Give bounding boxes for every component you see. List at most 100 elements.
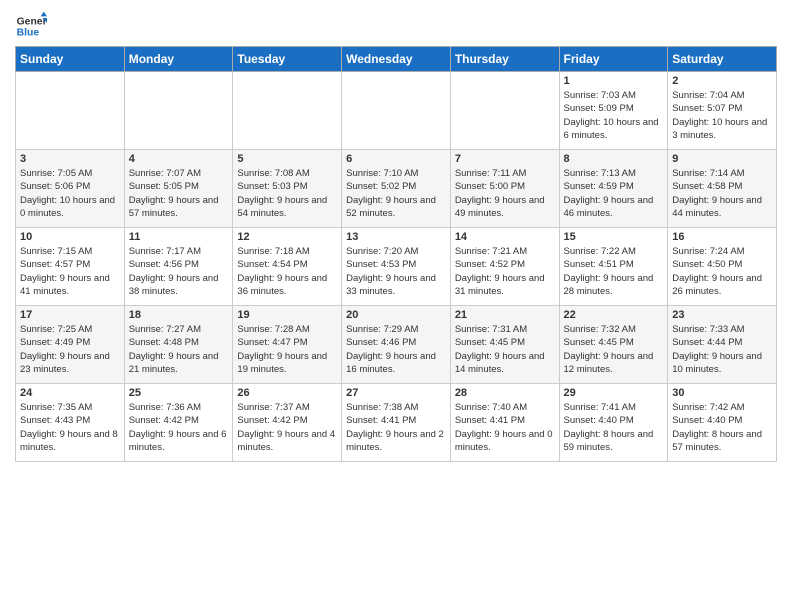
day-info: Sunrise: 7:05 AMSunset: 5:06 PMDaylight:…: [20, 167, 120, 220]
calendar-cell: 30 Sunrise: 7:42 AMSunset: 4:40 PMDayligh…: [668, 384, 777, 462]
day-number: 11: [129, 231, 229, 243]
day-info: Sunrise: 7:33 AMSunset: 4:44 PMDaylight:…: [672, 323, 772, 376]
weekday-header-cell: Monday: [124, 47, 233, 72]
day-number: 10: [20, 231, 120, 243]
calendar-week-row: 10 Sunrise: 7:15 AMSunset: 4:57 PMDayligh…: [16, 228, 777, 306]
day-info: Sunrise: 7:03 AMSunset: 5:09 PMDaylight:…: [564, 89, 664, 142]
day-number: 24: [20, 387, 120, 399]
day-info: Sunrise: 7:32 AMSunset: 4:45 PMDaylight:…: [564, 323, 664, 376]
header: General Blue: [15, 10, 777, 42]
day-number: 26: [237, 387, 337, 399]
day-number: 23: [672, 309, 772, 321]
day-info: Sunrise: 7:10 AMSunset: 5:02 PMDaylight:…: [346, 167, 446, 220]
calendar-week-row: 3 Sunrise: 7:05 AMSunset: 5:06 PMDaylight…: [16, 150, 777, 228]
day-number: 6: [346, 153, 446, 165]
calendar-cell: 12Sunrise: 7:18 AMSunset: 4:54 PMDayligh…: [233, 228, 342, 306]
day-info: Sunrise: 7:08 AMSunset: 5:03 PMDaylight:…: [237, 167, 337, 220]
weekday-header-cell: Tuesday: [233, 47, 342, 72]
day-number: 3: [20, 153, 120, 165]
day-info: Sunrise: 7:21 AMSunset: 4:52 PMDaylight:…: [455, 245, 555, 298]
calendar-cell: 13 Sunrise: 7:20 AMSunset: 4:53 PMDayligh…: [342, 228, 451, 306]
calendar-cell: 9 Sunrise: 7:14 AMSunset: 4:58 PMDaylight…: [668, 150, 777, 228]
svg-text:Blue: Blue: [17, 28, 40, 39]
calendar-cell: 27 Sunrise: 7:38 AMSunset: 4:41 PMDayligh…: [342, 384, 451, 462]
main-container: General Blue SundayMondayTuesdayWednesda…: [0, 0, 792, 467]
calendar-cell: 11Sunrise: 7:17 AMSunset: 4:56 PMDayligh…: [124, 228, 233, 306]
day-info: Sunrise: 7:11 AMSunset: 5:00 PMDaylight:…: [455, 167, 555, 220]
calendar-cell: 22Sunrise: 7:32 AMSunset: 4:45 PMDayligh…: [559, 306, 668, 384]
calendar-cell: 15 Sunrise: 7:22 AMSunset: 4:51 PMDayligh…: [559, 228, 668, 306]
day-info: Sunrise: 7:14 AMSunset: 4:58 PMDaylight:…: [672, 167, 772, 220]
day-info: Sunrise: 7:29 AMSunset: 4:46 PMDaylight:…: [346, 323, 446, 376]
calendar-cell: 28Sunrise: 7:40 AMSunset: 4:41 PMDayligh…: [450, 384, 559, 462]
calendar-cell: [16, 72, 125, 150]
calendar-week-row: 1 Sunrise: 7:03 AMSunset: 5:09 PMDaylight…: [16, 72, 777, 150]
calendar-cell: 25 Sunrise: 7:36 AMSunset: 4:42 PMDayligh…: [124, 384, 233, 462]
calendar-cell: 16 Sunrise: 7:24 AMSunset: 4:50 PMDayligh…: [668, 228, 777, 306]
day-number: 4: [129, 153, 229, 165]
calendar-cell: 24 Sunrise: 7:35 AMSunset: 4:43 PMDayligh…: [16, 384, 125, 462]
day-number: 5: [237, 153, 337, 165]
calendar-cell: 26 Sunrise: 7:37 AMSunset: 4:42 PMDayligh…: [233, 384, 342, 462]
day-number: 12: [237, 231, 337, 243]
day-number: 30: [672, 387, 772, 399]
weekday-header-cell: Thursday: [450, 47, 559, 72]
calendar-cell: 4Sunrise: 7:07 AMSunset: 5:05 PMDaylight…: [124, 150, 233, 228]
day-number: 13: [346, 231, 446, 243]
calendar-cell: 20 Sunrise: 7:29 AMSunset: 4:46 PMDayligh…: [342, 306, 451, 384]
day-info: Sunrise: 7:27 AMSunset: 4:48 PMDaylight:…: [129, 323, 229, 376]
weekday-header-row: SundayMondayTuesdayWednesdayThursdayFrid…: [16, 47, 777, 72]
day-info: Sunrise: 7:15 AMSunset: 4:57 PMDaylight:…: [20, 245, 120, 298]
day-info: Sunrise: 7:42 AMSunset: 4:40 PMDaylight:…: [672, 401, 772, 454]
weekday-header-cell: Wednesday: [342, 47, 451, 72]
calendar-cell: [124, 72, 233, 150]
day-info: Sunrise: 7:24 AMSunset: 4:50 PMDaylight:…: [672, 245, 772, 298]
day-info: Sunrise: 7:31 AMSunset: 4:45 PMDaylight:…: [455, 323, 555, 376]
day-number: 18: [129, 309, 229, 321]
calendar-cell: 2 Sunrise: 7:04 AMSunset: 5:07 PMDaylight…: [668, 72, 777, 150]
day-info: Sunrise: 7:22 AMSunset: 4:51 PMDaylight:…: [564, 245, 664, 298]
calendar-week-row: 17 Sunrise: 7:25 AMSunset: 4:49 PMDayligh…: [16, 306, 777, 384]
calendar-body: 1 Sunrise: 7:03 AMSunset: 5:09 PMDaylight…: [16, 72, 777, 462]
calendar-cell: 3 Sunrise: 7:05 AMSunset: 5:06 PMDaylight…: [16, 150, 125, 228]
day-number: 14: [455, 231, 555, 243]
calendar-cell: 1 Sunrise: 7:03 AMSunset: 5:09 PMDaylight…: [559, 72, 668, 150]
day-number: 1: [564, 75, 664, 87]
day-number: 17: [20, 309, 120, 321]
calendar-cell: 14 Sunrise: 7:21 AMSunset: 4:52 PMDayligh…: [450, 228, 559, 306]
day-number: 20: [346, 309, 446, 321]
day-number: 7: [455, 153, 555, 165]
calendar-cell: 7 Sunrise: 7:11 AMSunset: 5:00 PMDaylight…: [450, 150, 559, 228]
day-info: Sunrise: 7:04 AMSunset: 5:07 PMDaylight:…: [672, 89, 772, 142]
calendar-table: SundayMondayTuesdayWednesdayThursdayFrid…: [15, 46, 777, 462]
weekday-header-cell: Friday: [559, 47, 668, 72]
day-number: 27: [346, 387, 446, 399]
logo: General Blue: [15, 10, 47, 42]
calendar-cell: 17 Sunrise: 7:25 AMSunset: 4:49 PMDayligh…: [16, 306, 125, 384]
day-info: Sunrise: 7:38 AMSunset: 4:41 PMDaylight:…: [346, 401, 446, 454]
day-info: Sunrise: 7:41 AMSunset: 4:40 PMDaylight:…: [564, 401, 664, 454]
day-number: 16: [672, 231, 772, 243]
day-number: 8: [564, 153, 664, 165]
weekday-header-cell: Saturday: [668, 47, 777, 72]
calendar-cell: 21Sunrise: 7:31 AMSunset: 4:45 PMDayligh…: [450, 306, 559, 384]
day-info: Sunrise: 7:20 AMSunset: 4:53 PMDaylight:…: [346, 245, 446, 298]
calendar-cell: 18 Sunrise: 7:27 AMSunset: 4:48 PMDayligh…: [124, 306, 233, 384]
day-number: 9: [672, 153, 772, 165]
day-number: 25: [129, 387, 229, 399]
calendar-week-row: 24 Sunrise: 7:35 AMSunset: 4:43 PMDayligh…: [16, 384, 777, 462]
calendar-cell: [233, 72, 342, 150]
day-info: Sunrise: 7:37 AMSunset: 4:42 PMDaylight:…: [237, 401, 337, 454]
calendar-cell: 5 Sunrise: 7:08 AMSunset: 5:03 PMDaylight…: [233, 150, 342, 228]
calendar-cell: [342, 72, 451, 150]
day-number: 2: [672, 75, 772, 87]
day-number: 15: [564, 231, 664, 243]
calendar-cell: 8 Sunrise: 7:13 AMSunset: 4:59 PMDaylight…: [559, 150, 668, 228]
day-info: Sunrise: 7:13 AMSunset: 4:59 PMDaylight:…: [564, 167, 664, 220]
day-info: Sunrise: 7:40 AMSunset: 4:41 PMDaylight:…: [455, 401, 555, 454]
logo-icon: General Blue: [15, 10, 47, 42]
calendar-cell: 10 Sunrise: 7:15 AMSunset: 4:57 PMDayligh…: [16, 228, 125, 306]
day-info: Sunrise: 7:35 AMSunset: 4:43 PMDaylight:…: [20, 401, 120, 454]
day-info: Sunrise: 7:36 AMSunset: 4:42 PMDaylight:…: [129, 401, 229, 454]
day-info: Sunrise: 7:25 AMSunset: 4:49 PMDaylight:…: [20, 323, 120, 376]
